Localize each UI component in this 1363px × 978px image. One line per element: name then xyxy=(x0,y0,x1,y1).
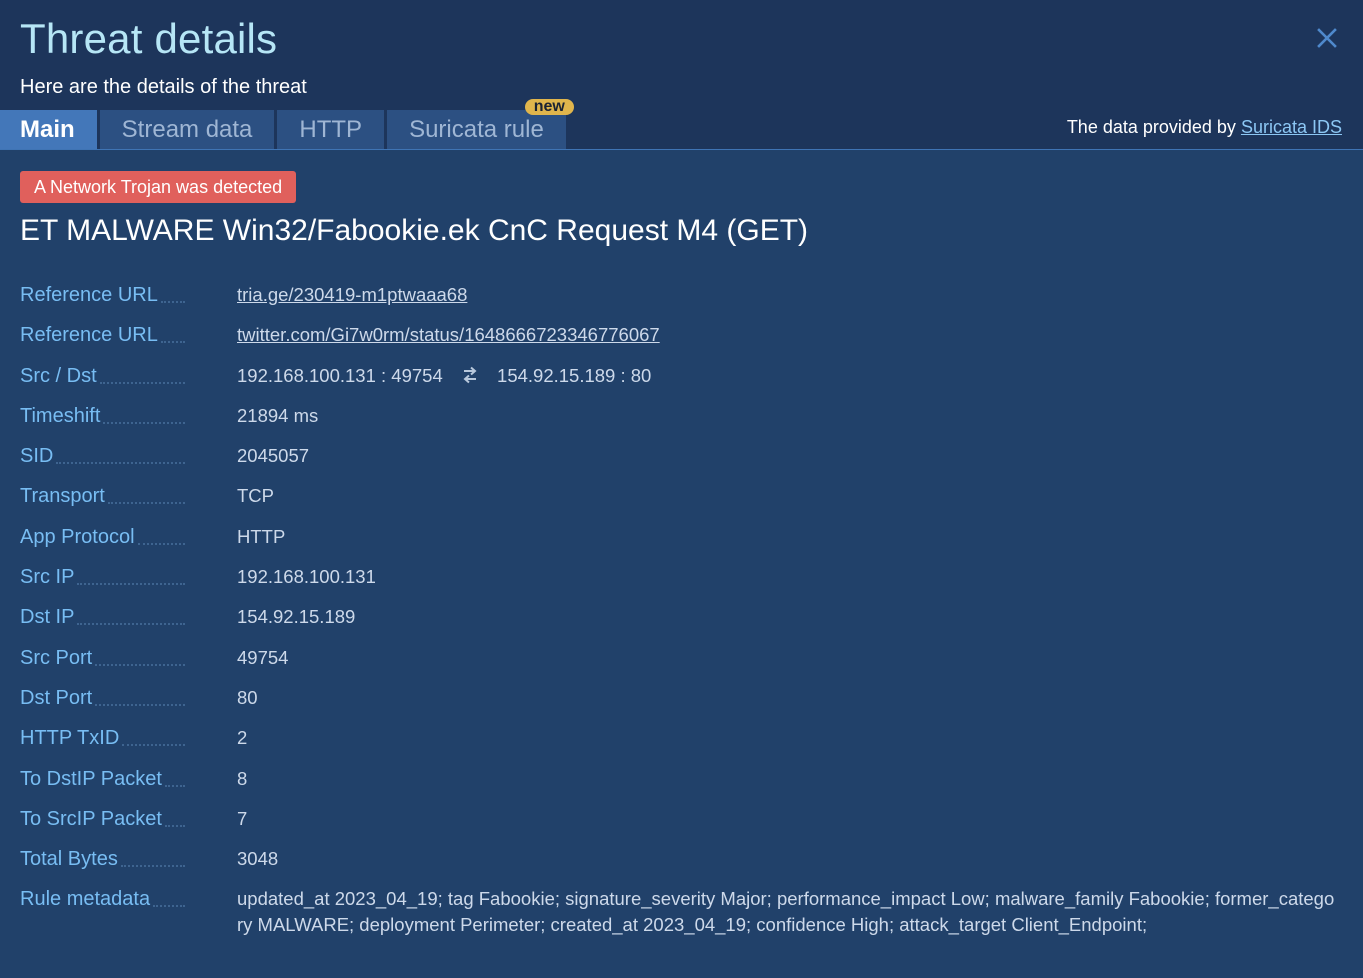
close-icon xyxy=(1317,28,1337,48)
detail-row-src-dst: Src / Dst 192.168.100.131 : 49754 154.92… xyxy=(20,363,1343,403)
detail-value: 8 xyxy=(237,767,248,789)
detail-value: 21894 ms xyxy=(237,404,319,426)
detail-row-total-bytes: Total Bytes 3048 xyxy=(20,846,1343,886)
tab-suricata-rule-label: Suricata rule xyxy=(409,116,544,143)
detail-value: 154.92.15.189 xyxy=(237,606,356,628)
new-badge: new xyxy=(524,99,574,115)
tab-bar: Main Stream data HTTP Suricata rule new xyxy=(0,99,574,149)
dst-endpoint: 154.92.15.189 : 80 xyxy=(497,364,652,386)
detail-row-dst-ip: Dst IP 154.92.15.189 xyxy=(20,604,1343,644)
suricata-ids-link[interactable]: Suricata IDS xyxy=(1241,117,1342,137)
detail-value: updated_at 2023_04_19; tag Fabookie; sig… xyxy=(237,888,1335,936)
threat-details-modal: Threat details Here are the details of t… xyxy=(0,0,1363,978)
src-endpoint: 192.168.100.131 : 49754 xyxy=(237,364,443,386)
tab-stream-data[interactable]: Stream data xyxy=(99,110,275,149)
detail-label: Reference URL xyxy=(20,322,185,348)
tab-http-label: HTTP xyxy=(299,116,363,143)
detail-label: To SrcIP Packet xyxy=(20,806,185,832)
detail-label: Dst IP xyxy=(20,604,185,630)
detail-value: 192.168.100.131 : 49754 154.92.15.189 : … xyxy=(237,363,651,389)
swap-arrows-icon xyxy=(463,366,477,383)
detail-label: Timeshift xyxy=(20,403,185,429)
detail-row-http-txid: HTTP TxID 2 xyxy=(20,725,1343,765)
data-provider-note: The data provided by Suricata IDS xyxy=(1067,117,1342,138)
detail-label: Rule metadata xyxy=(20,886,185,912)
detail-label: Src IP xyxy=(20,564,185,590)
detail-value: twitter.com/Gi7w0rm/status/1648666723346… xyxy=(237,322,660,348)
modal-subtitle: Here are the details of the threat xyxy=(20,76,307,98)
detail-label: Src / Dst xyxy=(20,363,185,389)
detail-row-dst-port: Dst Port 80 xyxy=(20,685,1343,725)
detail-label: Transport xyxy=(20,483,185,509)
detail-row-to-dstip-packet: To DstIP Packet 8 xyxy=(20,766,1343,806)
detail-row-to-srcip-packet: To SrcIP Packet 7 xyxy=(20,806,1343,846)
detail-label: SID xyxy=(20,443,185,469)
detail-row-rule-metadata: Rule metadata updated_at 2023_04_19; tag… xyxy=(20,886,1343,938)
detail-value: 80 xyxy=(237,686,258,708)
modal-header: Threat details Here are the details of t… xyxy=(0,0,1363,150)
reference-url-link[interactable]: tria.ge/230419-m1ptwaaa68 xyxy=(237,284,467,305)
detail-label: To DstIP Packet xyxy=(20,766,185,792)
detail-value: 49754 xyxy=(237,646,289,668)
main-tab-content: A Network Trojan was detected ET MALWARE… xyxy=(0,150,1363,938)
detail-label: App Protocol xyxy=(20,524,185,550)
provider-prefix: The data provided by xyxy=(1066,117,1236,137)
tab-stream-data-label: Stream data xyxy=(121,116,253,143)
detail-label: Total Bytes xyxy=(20,846,185,872)
detail-row-reference-url: Reference URL twitter.com/Gi7w0rm/status… xyxy=(20,322,1343,362)
detail-value: 192.168.100.131 xyxy=(237,566,376,588)
detail-row-transport: Transport TCP xyxy=(20,483,1343,523)
tab-main[interactable]: Main xyxy=(0,110,97,149)
tab-suricata-rule[interactable]: Suricata rule new xyxy=(387,99,574,149)
detail-row-app-protocol: App Protocol HTTP xyxy=(20,524,1343,564)
detail-value: 2 xyxy=(237,727,248,749)
modal-title: Threat details xyxy=(20,15,278,62)
reference-url-link[interactable]: twitter.com/Gi7w0rm/status/1648666723346… xyxy=(237,324,660,345)
detail-label: Src Port xyxy=(20,645,185,671)
detail-value: HTTP xyxy=(237,525,286,547)
detail-value: tria.ge/230419-m1ptwaaa68 xyxy=(237,282,467,308)
threat-signature-title: ET MALWARE Win32/Fabookie.ek CnC Request… xyxy=(20,214,809,247)
detail-row-timeshift: Timeshift 21894 ms xyxy=(20,403,1343,443)
close-button[interactable] xyxy=(1315,26,1339,50)
detail-row-src-port: Src Port 49754 xyxy=(20,645,1343,685)
detail-row-src-ip: Src IP 192.168.100.131 xyxy=(20,564,1343,604)
detail-value: TCP xyxy=(237,485,274,507)
detail-value: 3048 xyxy=(237,848,279,870)
detail-label: HTTP TxID xyxy=(20,725,185,751)
detail-row-reference-url: Reference URL tria.ge/230419-m1ptwaaa68 xyxy=(20,282,1343,322)
details-list: Reference URL tria.ge/230419-m1ptwaaa68 … xyxy=(20,282,1343,938)
detail-label: Dst Port xyxy=(20,685,185,711)
alert-category-badge: A Network Trojan was detected xyxy=(20,171,297,203)
tab-http[interactable]: HTTP xyxy=(277,110,385,149)
detail-label: Reference URL xyxy=(20,282,185,308)
detail-row-sid: SID 2045057 xyxy=(20,443,1343,483)
detail-value: 7 xyxy=(237,807,248,829)
detail-value: 2045057 xyxy=(237,445,310,467)
tab-main-label: Main xyxy=(20,116,75,143)
